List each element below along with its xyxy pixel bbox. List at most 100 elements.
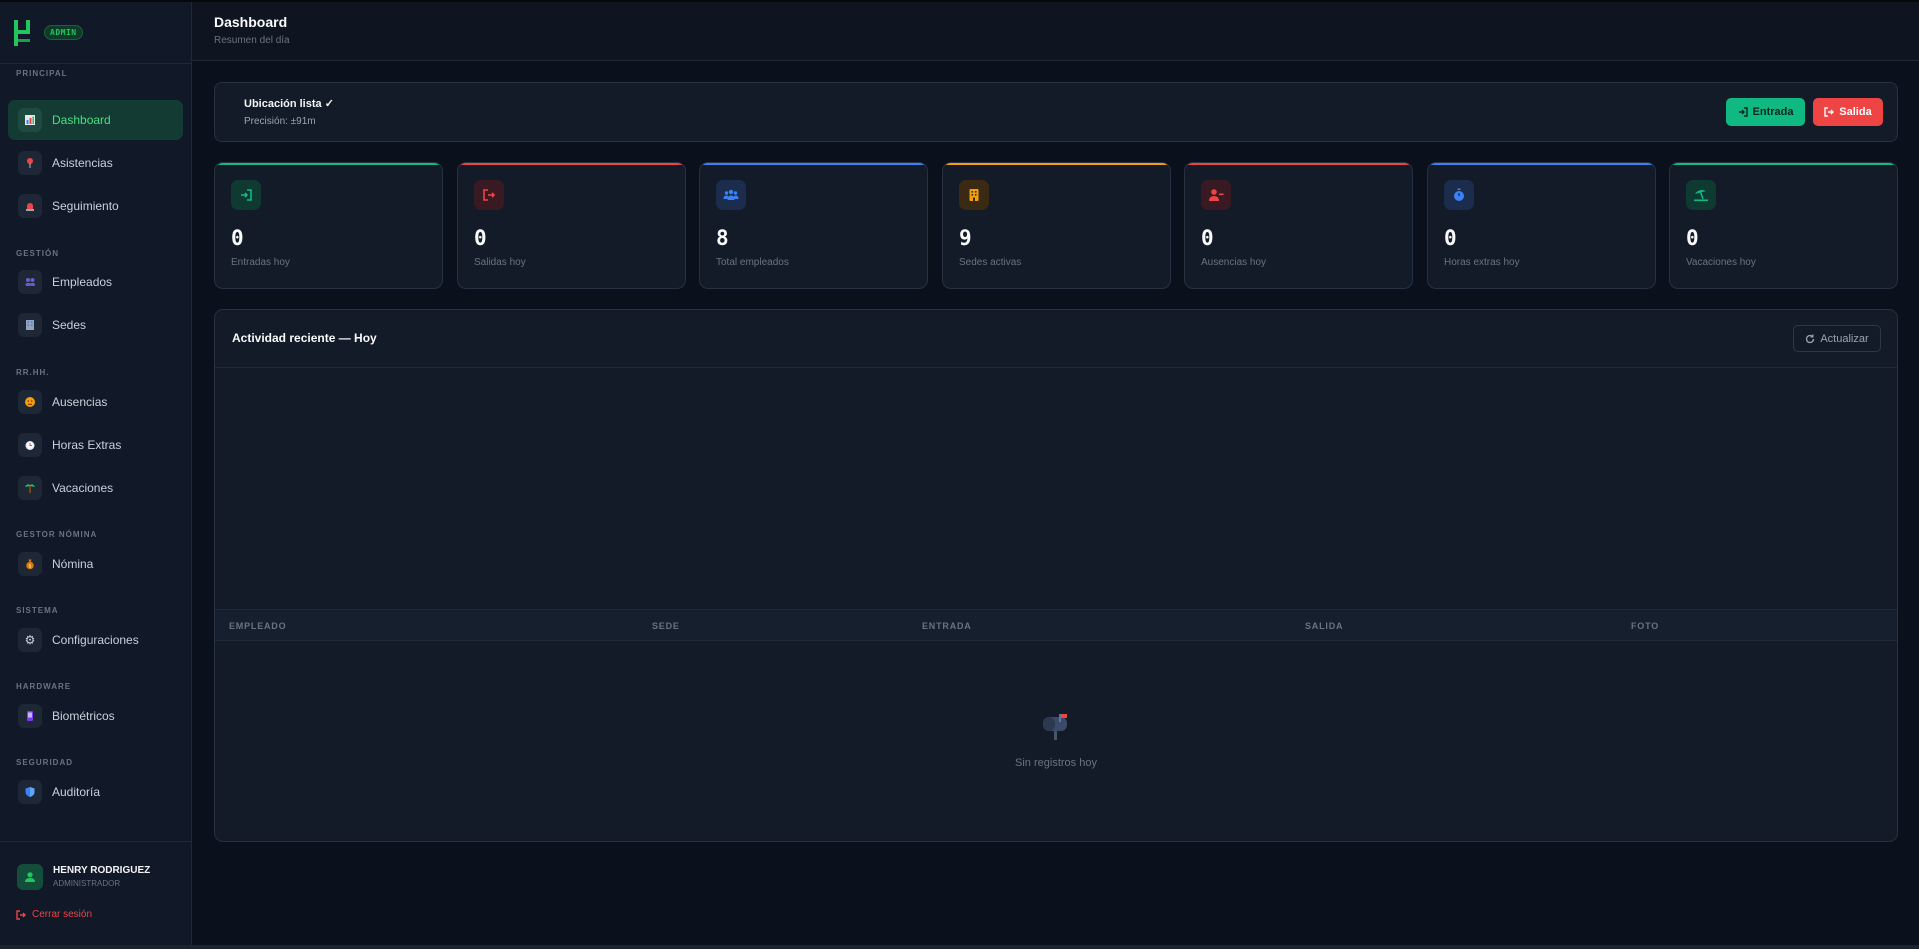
panel-header: Actividad reciente — Hoy Actualizar	[215, 310, 1897, 368]
user-name: HENRY RODRIGUEZ	[53, 865, 151, 876]
svg-text:$: $	[28, 563, 31, 569]
sidebar-item-vacaciones[interactable]: Vacaciones	[8, 468, 183, 508]
refresh-label: Actualizar	[1820, 332, 1869, 345]
sidebar-item-empleados[interactable]: Empleados	[8, 262, 183, 302]
section-label-gestion: GESTIÓN	[16, 249, 60, 258]
stat-value: 8	[716, 226, 729, 250]
logout-icon	[16, 909, 26, 920]
stat-value: 9	[959, 226, 972, 250]
sidebar-item-label: Ausencias	[52, 395, 108, 409]
stat-label: Entradas hoy	[231, 257, 290, 268]
stopwatch-icon	[1444, 180, 1474, 210]
sidebar-item-label: Vacaciones	[52, 481, 114, 495]
section-label-hardware: HARDWARE	[16, 682, 72, 691]
entrada-label: Entrada	[1752, 106, 1794, 118]
sidebar-item-auditoria[interactable]: Auditoría	[8, 772, 183, 812]
entrada-button[interactable]: Entrada	[1726, 98, 1805, 126]
column-header-foto[interactable]: FOTO	[1631, 621, 1659, 631]
sidebar-item-label: Asistencias	[52, 156, 113, 170]
users-icon	[716, 180, 746, 210]
logo[interactable]	[14, 19, 34, 46]
user-minus-icon	[1201, 180, 1231, 210]
stat-card-ausencias: 0 Ausencias hoy	[1184, 162, 1413, 289]
section-label-seguridad: SEGURIDAD	[16, 758, 74, 767]
location-status-bar: Ubicación lista ✓ Precisión: ±91m Entrad…	[214, 82, 1898, 142]
sidebar: ADMIN PRINCIPAL Dashboard Asistencias Se…	[0, 2, 192, 945]
sidebar-item-asistencias[interactable]: Asistencias	[8, 143, 183, 183]
palm-icon	[18, 476, 42, 500]
sidebar-item-label: Auditoría	[52, 785, 101, 799]
sidebar-item-sedes[interactable]: Sedes	[8, 305, 183, 345]
panel-title: Actividad reciente — Hoy	[232, 331, 377, 345]
window-bottom-border	[0, 945, 1919, 949]
location-status: Ubicación lista ✓	[244, 98, 334, 110]
stat-label: Total empleados	[716, 257, 789, 268]
stat-value: 0	[1201, 226, 1214, 250]
umbrella-beach-icon	[1686, 180, 1716, 210]
location-precision: Precisión: ±91m	[244, 116, 316, 127]
column-header-empleado[interactable]: EMPLEADO	[229, 621, 286, 631]
section-label-rrhh: RR.HH.	[16, 368, 50, 377]
avatar[interactable]	[17, 864, 43, 890]
brand: ADMIN	[0, 2, 191, 64]
stat-card-vacaciones: 0 Vacaciones hoy	[1669, 162, 1898, 289]
page-subtitle: Resumen del día	[214, 35, 290, 46]
logout-button[interactable]: Cerrar sesión	[16, 909, 92, 920]
sidebar-item-nomina[interactable]: $ Nómina	[8, 544, 183, 584]
sidebar-item-seguimiento[interactable]: Seguimiento	[8, 186, 183, 226]
page-header: Dashboard Resumen del día	[192, 2, 1919, 61]
user-panel: HENRY RODRIGUEZ ADMINISTRADOR Cerrar ses…	[0, 841, 192, 945]
empty-state-text: Sin registros hoy	[1015, 757, 1097, 769]
sidebar-item-dashboard[interactable]: Dashboard	[8, 100, 183, 140]
pin-icon	[18, 151, 42, 175]
recent-activity-panel: Actividad reciente — Hoy Actualizar EMPL…	[214, 309, 1898, 842]
section-label-nomina: GESTOR NÓMINA	[16, 530, 98, 539]
sidebar-item-label: Horas Extras	[52, 438, 122, 452]
sidebar-item-configuraciones[interactable]: ⚙ Configuraciones	[8, 620, 183, 660]
stat-value: 0	[1444, 226, 1457, 250]
sidebar-item-label: Configuraciones	[52, 633, 139, 647]
sidebar-item-label: Biométricos	[52, 709, 115, 723]
stat-label: Salidas hoy	[474, 257, 526, 268]
section-label-sistema: SISTEMA	[16, 606, 59, 615]
stat-card-horas-extras: 0 Horas extras hoy	[1427, 162, 1656, 289]
face-icon	[18, 390, 42, 414]
section-label-principal: PRINCIPAL	[16, 69, 68, 78]
salida-label: Salida	[1839, 106, 1872, 118]
salida-button[interactable]: Salida	[1813, 98, 1883, 126]
sidebar-item-label: Empleados	[52, 275, 113, 289]
stat-card-empleados: 8 Total empleados	[699, 162, 928, 289]
money-bag-icon: $	[18, 552, 42, 576]
sidebar-item-horas-extras[interactable]: Horas Extras	[8, 425, 183, 465]
table-header: EMPLEADO SEDE ENTRADA SALIDA FOTO	[215, 609, 1897, 641]
stat-label: Horas extras hoy	[1444, 257, 1520, 268]
refresh-button[interactable]: Actualizar	[1793, 325, 1881, 352]
logout-label: Cerrar sesión	[32, 909, 93, 920]
column-header-sede[interactable]: SEDE	[652, 621, 680, 631]
clock-icon	[18, 433, 42, 457]
stat-card-sedes: 9 Sedes activas	[942, 162, 1171, 289]
building-icon	[18, 313, 42, 337]
sidebar-item-label: Sedes	[52, 318, 87, 332]
sidebar-item-ausencias[interactable]: Ausencias	[8, 382, 183, 422]
column-header-salida[interactable]: SALIDA	[1305, 621, 1343, 631]
sign-in-icon	[1738, 107, 1748, 117]
sidebar-item-label: Dashboard	[52, 113, 111, 127]
sidebar-item-biometricos[interactable]: Biométricos	[8, 696, 183, 736]
sign-out-icon	[1824, 107, 1835, 117]
mailbox-icon	[1041, 713, 1071, 741]
sign-in-icon	[231, 180, 261, 210]
device-icon	[18, 704, 42, 728]
building-icon	[959, 180, 989, 210]
gear-icon: ⚙	[18, 628, 42, 652]
user-role: ADMINISTRADOR	[53, 879, 121, 888]
sidebar-item-label: Nómina	[52, 557, 94, 571]
stat-card-salidas: 0 Salidas hoy	[457, 162, 686, 289]
column-header-entrada[interactable]: ENTRADA	[922, 621, 972, 631]
refresh-icon	[1806, 334, 1815, 343]
people-icon	[18, 270, 42, 294]
stat-value: 0	[1686, 226, 1699, 250]
page-title: Dashboard	[214, 14, 288, 30]
sign-out-icon	[474, 180, 504, 210]
stat-label: Vacaciones hoy	[1686, 257, 1756, 268]
